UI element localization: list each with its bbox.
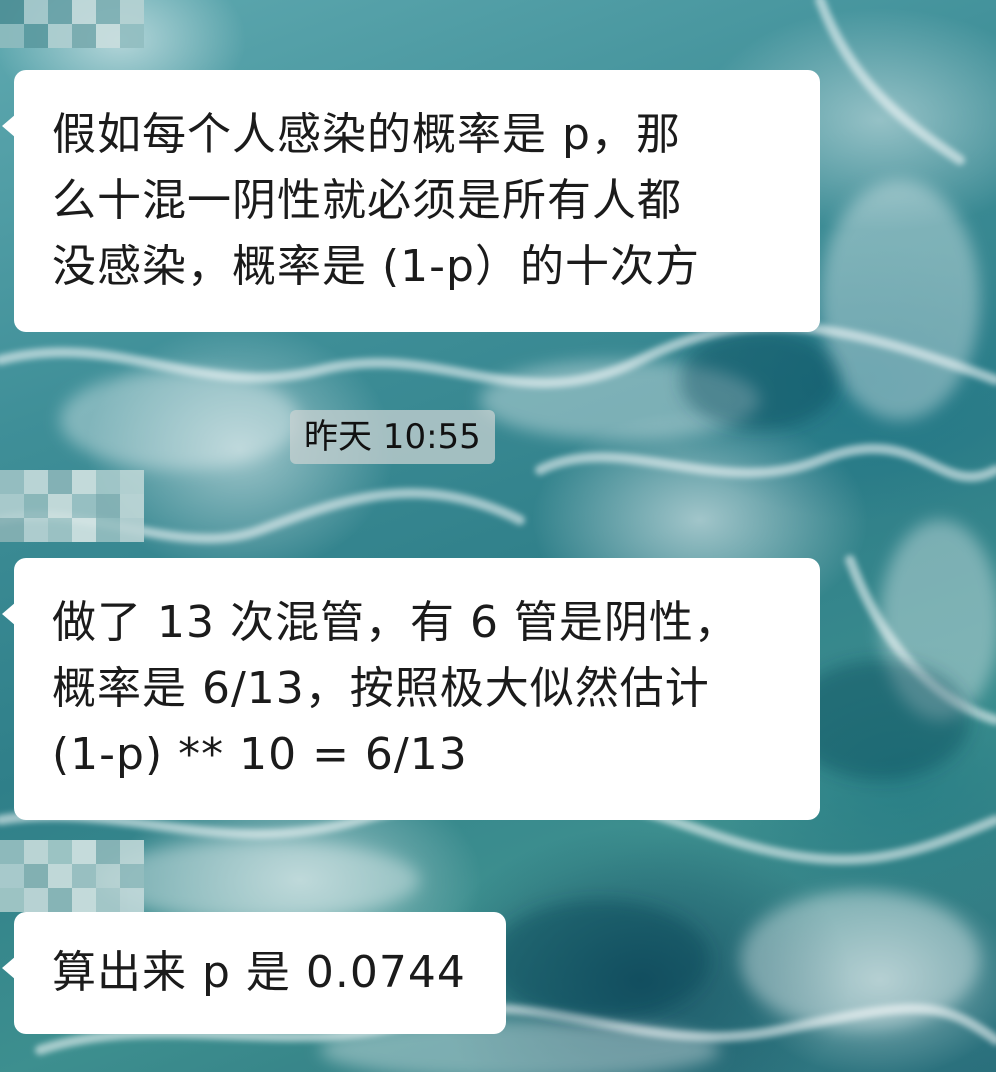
message-text-line: 没感染，概率是 (1-p）的十次方: [52, 241, 700, 292]
message-text-line: (1-p) ** 10 = 6/13: [52, 729, 468, 780]
message-text-line: 概率是 6/13，按照极大似然估计: [52, 663, 710, 714]
message-text-line: 算出来 p 是 0.0744: [52, 947, 466, 998]
pixelated-avatar-icon[interactable]: [0, 840, 144, 912]
message-bubble-2[interactable]: 做了 13 次混管，有 6 管是阴性， 概率是 6/13，按照极大似然估计 (1…: [2, 558, 820, 820]
message-text-line: 么十混一阴性就必须是所有人都: [52, 175, 682, 226]
pixelated-avatar-icon[interactable]: [0, 470, 144, 542]
message-bubble-1[interactable]: 假如每个人感染的概率是 p，那 么十混一阴性就必须是所有人都 没感染，概率是 (…: [2, 70, 820, 332]
message-text-line: 假如每个人感染的概率是 p，那: [52, 109, 681, 160]
message-bubble-3[interactable]: 算出来 p 是 0.0744: [2, 912, 506, 1034]
message-timestamp: 昨天 10:55: [290, 410, 495, 464]
pixelated-avatar-icon[interactable]: [0, 0, 144, 48]
message-text-line: 做了 13 次混管，有 6 管是阴性，: [52, 597, 739, 648]
